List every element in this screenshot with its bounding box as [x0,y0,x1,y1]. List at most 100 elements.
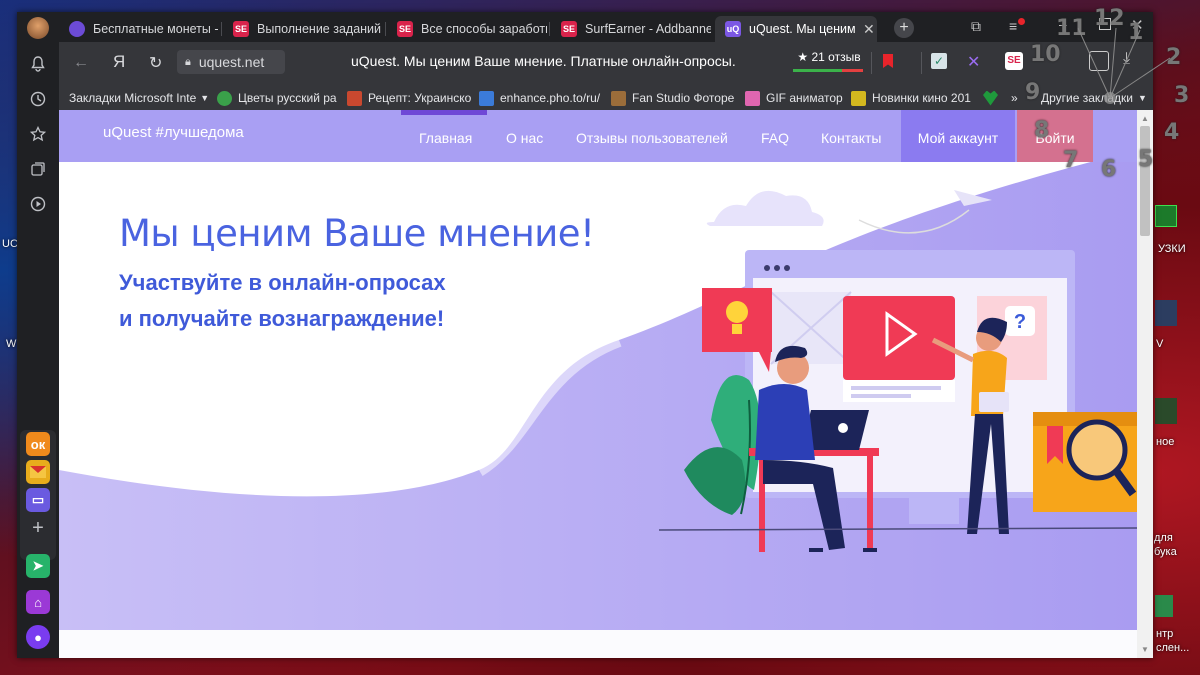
close-tab-icon[interactable]: ✕ [863,21,875,38]
bookmark-item[interactable]: Новинки кино 201 [851,89,971,107]
scrollbar-thumb[interactable] [1140,126,1150,236]
tab-favicon-icon: uQ [725,21,741,37]
tab[interactable]: SE Все способы заработка [387,16,547,42]
browser-window: ок ▭ + ➤ ⌂ ● Бесплатные монеты - Sl SE В… [17,12,1153,658]
url-pill[interactable]: 🔒︎ uquest.net [177,50,285,74]
rating-bar [793,69,863,72]
nav-accent [401,110,487,115]
desktop-icon-label[interactable]: V [1156,338,1163,350]
login-button[interactable]: Войти [1017,110,1093,162]
desktop-icon-label[interactable]: УЗКИ [1158,243,1186,255]
bookmark-item[interactable]: GIF аниматор [745,89,843,107]
tab-manager-icon[interactable]: ⧉ [971,18,981,35]
annotation-number: 8 [1034,118,1050,143]
other-bookmarks-folder[interactable]: Другие закладки ▼ [1041,89,1147,107]
desktop-icon-label[interactable]: для [1154,532,1173,544]
scroll-up-icon[interactable]: ▲ [1141,114,1149,123]
profile-avatar[interactable] [26,16,50,40]
hero-subtitle-line2: и получайте вознаграждение! [119,306,445,331]
desktop-icon-label[interactable]: нтр [1156,628,1173,640]
tab-favicon-icon: SE [397,21,413,37]
bookmark-item[interactable]: Fan Studio Фоторе [611,89,734,107]
divider [921,52,922,74]
annotation-number: 4 [1164,120,1180,145]
bookmark-item[interactable]: Рецепт: Украинско [347,89,471,107]
surfearner-extension-icon[interactable]: SE [1005,52,1023,70]
reviews-badge[interactable]: ★ 21 отзыв [793,47,865,69]
more-bookmarks-icon[interactable]: » [1011,89,1018,107]
play-icon[interactable] [26,192,50,216]
bookmark-favicon-icon [611,90,626,106]
messenger-icon[interactable]: ▭ [26,488,50,512]
nav-link-contacts[interactable]: Контакты [821,130,881,146]
download-icon[interactable]: ⤓ [1123,50,1130,68]
bookmark-item[interactable]: enhance.pho.to/ru/ [479,89,600,107]
desktop-icon-label[interactable]: W [6,338,16,350]
history-icon[interactable] [26,87,50,111]
bookmark-flag-icon[interactable] [883,54,893,68]
extensions-icon[interactable] [1089,51,1109,71]
tab[interactable]: SE Выполнение заданий [223,16,383,42]
alice-icon[interactable]: ● [26,625,50,649]
chevron-down-icon: ▼ [200,93,210,103]
desktop-app-icon[interactable] [1155,398,1177,424]
tab-label: uQuest. Мы ценим Ва [749,22,857,36]
checklist-extension-icon[interactable]: ✓ [931,53,947,69]
tab-active[interactable]: uQ uQuest. Мы ценим Ва ✕ [715,16,877,42]
tab-label: Бесплатные монеты - Sl [93,22,219,36]
bookmark-label: Другие закладки [1041,91,1133,105]
tab-divider [549,22,550,36]
tab[interactable]: SE SurfEarner - Addbanner [551,16,711,42]
crossed-extension-icon[interactable]: ✕ [967,52,980,72]
nav-link-faq[interactable]: FAQ [761,130,789,146]
browser-sidebar: ок ▭ + ➤ ⌂ ● [17,12,59,658]
bookmark-item[interactable]: Цветы русский ра [217,89,337,107]
desktop-icon-label[interactable]: UC [2,238,18,250]
desktop-icon-label[interactable]: ное [1156,436,1174,448]
annotation-number: 9 [1025,80,1041,105]
tab-strip: Бесплатные монеты - Sl SE Выполнение зад… [59,12,1153,42]
add-panel-icon[interactable]: + [26,516,50,540]
collections-icon[interactable] [26,157,50,181]
desktop-icon-label[interactable]: слен... [1156,642,1189,654]
back-icon[interactable]: ← [73,54,89,72]
annotation-number: 5 [1138,147,1154,172]
scroll-down-icon[interactable]: ▼ [1141,645,1149,654]
annotation-number: 7 [1063,148,1079,173]
new-tab-button[interactable]: + [894,18,914,38]
bookmark-favicon-icon [745,90,760,106]
page-title[interactable]: uQuest. Мы ценим Ваше мнение. Платные он… [351,53,736,69]
my-account-button[interactable]: Мой аккаунт [901,110,1015,162]
bookmark-item[interactable] [983,89,1004,107]
send-icon[interactable]: ➤ [26,554,50,578]
annotation-number: 1 [1128,20,1144,45]
page-scrollbar[interactable]: ▲ ▼ [1137,110,1153,658]
desktop-app-icon[interactable] [1155,205,1177,227]
yandex-logo[interactable]: Я [113,52,125,72]
address-bar-row: ← Я ↻ 🔒︎ uquest.net uQuest. Мы ценим Ваш… [59,42,1153,86]
tab[interactable]: Бесплатные монеты - Sl [59,16,219,42]
nav-link-reviews[interactable]: Отзывы пользователей [576,130,728,146]
tab-label: Выполнение заданий [257,22,382,36]
bookmarks-icon[interactable] [26,122,50,146]
desktop-app-icon[interactable] [1155,595,1173,617]
desktop-icon-label[interactable]: бука [1154,546,1177,558]
nav-link-about[interactable]: О нас [506,130,543,146]
odnoklassniki-icon[interactable]: ок [26,432,50,456]
bookmark-label: Цветы русский ра [238,91,337,105]
tab-favicon-icon: SE [561,21,577,37]
site-navbar: uQuest #лучшедома Главная О нас Отзывы п… [59,110,1137,162]
alice-home-icon[interactable]: ⌂ [26,590,50,614]
web-page: ? uQuest #лучшедома Главная О нас Отзывы… [59,110,1137,658]
tab-label: SurfEarner - Addbanner [585,22,711,36]
reload-icon[interactable]: ↻ [149,53,162,73]
desktop-app-icon[interactable] [1155,300,1177,326]
site-logo[interactable]: uQuest #лучшедома [103,124,244,141]
notifications-icon[interactable] [26,52,50,76]
bookmark-folder[interactable]: Закладки Microsoft Inte ▼ [69,89,209,107]
nav-link-home[interactable]: Главная [419,130,472,146]
hero-subtitle-line1: Участвуйте в онлайн-опросах [119,270,446,295]
menu-icon[interactable]: ≡ [1009,18,1026,34]
mail-icon[interactable] [26,460,50,484]
annotation-number: 6 [1101,157,1117,182]
